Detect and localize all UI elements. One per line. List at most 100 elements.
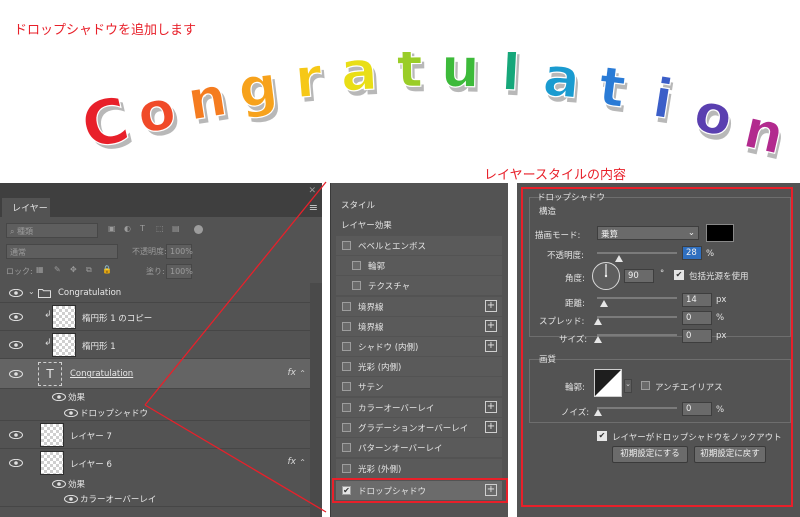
add-icon[interactable]: + [485,401,497,413]
word-art-letter: a [541,52,583,111]
effects-label: 効果 [68,480,86,490]
checkbox[interactable] [342,443,351,452]
eye-icon[interactable] [52,480,66,488]
layer-row-ellipse-copy[interactable]: ↲ 楕円形 1 のコピー [0,303,310,331]
checkbox[interactable] [342,302,351,311]
chevron-up-icon[interactable]: ⌃ [299,369,306,378]
filter-text-icon[interactable]: T [140,224,145,233]
checkbox[interactable] [342,403,351,412]
kind-filter-label: 種類 [17,227,34,236]
fill-input[interactable]: 100% [166,264,193,279]
eye-icon[interactable] [9,313,23,321]
style-item-inner-glow[interactable]: 光彩 (内側) [336,357,502,376]
layer-effects-label: レイヤー効果 [341,221,392,231]
checkbox[interactable] [342,464,351,473]
layers-scrollbar[interactable] [310,283,322,517]
add-icon[interactable]: + [485,300,497,312]
layer-name: レイヤー 7 [70,432,112,442]
layer-row-layer7[interactable]: レイヤー 7 [0,421,310,449]
style-item-texture[interactable]: テクスチャ [336,276,502,295]
lock-label: ロック: [6,267,33,276]
style-item-pattern-overlay[interactable]: パターンオーバーレイ [336,438,502,457]
style-item-label: 光彩 (内側) [358,363,402,373]
fx-icon[interactable]: fx [288,457,297,467]
filter-pixel-icon[interactable]: ▣ [108,224,116,233]
eye-icon[interactable] [9,341,23,349]
eye-icon[interactable] [9,431,23,439]
style-item-label: グラデーションオーバーレイ [358,424,469,434]
style-item-label: テクスチャ [368,282,411,292]
lock-artboard-icon[interactable]: ⧉ [86,265,92,275]
word-art-letter: n [738,97,790,167]
layer-row-text-selected[interactable]: T Congratulation fx ⌃ [0,359,310,389]
panel-menu-icon[interactable]: ≡ [309,201,318,214]
layer-row-ellipse[interactable]: ↲ 楕円形 1 [0,331,310,359]
filter-smart-object-icon[interactable]: ▤ [172,224,180,233]
effect-name: ドロップシャドウ [80,409,149,419]
text-layer-icon: T [38,362,62,386]
checkbox[interactable] [342,241,351,250]
effects-header-row: 効果 [0,477,310,491]
folder-icon [38,289,51,298]
chevron-down-icon[interactable]: ⌄ [28,287,35,296]
eye-icon[interactable] [9,370,23,378]
style-item-label: サテン [358,383,384,393]
fill-label: 塗り: [146,267,165,276]
filter-shape-icon[interactable]: ⬚ [156,224,164,233]
highlight-box-drop-shadow-options [521,187,793,507]
fx-icon[interactable]: fx [288,368,297,378]
checkbox[interactable] [342,382,351,391]
layers-panel: ✕ レイヤー ≡ ⌕ 種類 ▣ ◐ T ⬚ ▤ 通常 不透明度: 100% ロッ… [0,183,322,517]
layer-row-group[interactable]: ⌄ Congratulation [0,283,310,303]
eye-icon[interactable] [52,393,66,401]
effect-row-drop-shadow[interactable]: ドロップシャドウ [0,404,310,421]
style-item-outer-glow[interactable]: 光彩 (外側) [336,459,502,478]
checkbox[interactable] [352,261,361,270]
blend-row: 通常 不透明度: 100% [0,242,322,262]
blend-mode-select[interactable]: 通常 [6,244,118,259]
layer-thumbnail [52,305,76,329]
style-item-color-overlay[interactable]: カラーオーバーレイ + [336,398,502,417]
style-list-header[interactable]: スタイル [336,195,502,214]
style-item-label: シャドウ (内側) [358,343,419,353]
eye-icon[interactable] [9,289,23,297]
word-art-letter: C [75,82,136,163]
lock-paint-icon[interactable]: ✎ [54,265,61,274]
style-item-stroke-2[interactable]: 境界線 + [336,317,502,336]
style-item-stroke-1[interactable]: 境界線 + [336,297,502,316]
highlight-box-drop-shadow-item [332,478,508,503]
word-art-canvas: CC oo nn gg rr aa tt uu ll aa tt ii oo nn [74,35,792,172]
layer-opacity-input[interactable]: 100% [166,244,193,259]
style-item-satin[interactable]: サテン [336,377,502,396]
add-icon[interactable]: + [485,320,497,332]
checkbox[interactable] [352,281,361,290]
chevron-up-icon[interactable]: ⌃ [299,458,306,467]
lock-all-icon[interactable]: 🔒 [102,265,112,274]
style-item-gradient-overlay[interactable]: グラデーションオーバーレイ + [336,418,502,437]
style-item-contour[interactable]: 輪郭 [336,256,502,275]
add-icon[interactable]: + [485,340,497,352]
lock-position-icon[interactable]: ✥ [70,265,77,274]
checkbox[interactable] [342,322,351,331]
layer-row-layer6[interactable]: レイヤー 6 fx ⌃ [0,449,310,477]
effect-row-color-overlay[interactable]: カラーオーバーレイ [0,491,310,507]
panel-tab-bar: ✕ レイヤー ≡ [0,183,322,217]
checkbox[interactable] [342,342,351,351]
eye-icon[interactable] [64,409,78,417]
eye-icon[interactable] [64,495,78,503]
filter-adjustment-icon[interactable]: ◐ [124,224,131,233]
filter-toggle-icon[interactable] [194,225,203,234]
checkbox[interactable] [342,423,351,432]
lock-transparent-icon[interactable]: ▦ [36,265,44,274]
style-item-inner-shadow[interactable]: シャドウ (内側) + [336,337,502,356]
tab-layers[interactable]: レイヤー [2,198,50,217]
eye-icon[interactable] [9,459,23,467]
checkbox[interactable] [342,362,351,371]
layer-kind-filter[interactable]: ⌕ 種類 [6,223,98,238]
word-art-letter: g [235,54,281,121]
word-art-letter: t [396,52,423,100]
style-item-bevel-emboss[interactable]: ベベルとエンボス [336,236,502,255]
add-icon[interactable]: + [485,421,497,433]
blending-options-item[interactable]: レイヤー効果 [336,215,502,234]
panel-close-icon[interactable]: ✕ [308,186,316,196]
